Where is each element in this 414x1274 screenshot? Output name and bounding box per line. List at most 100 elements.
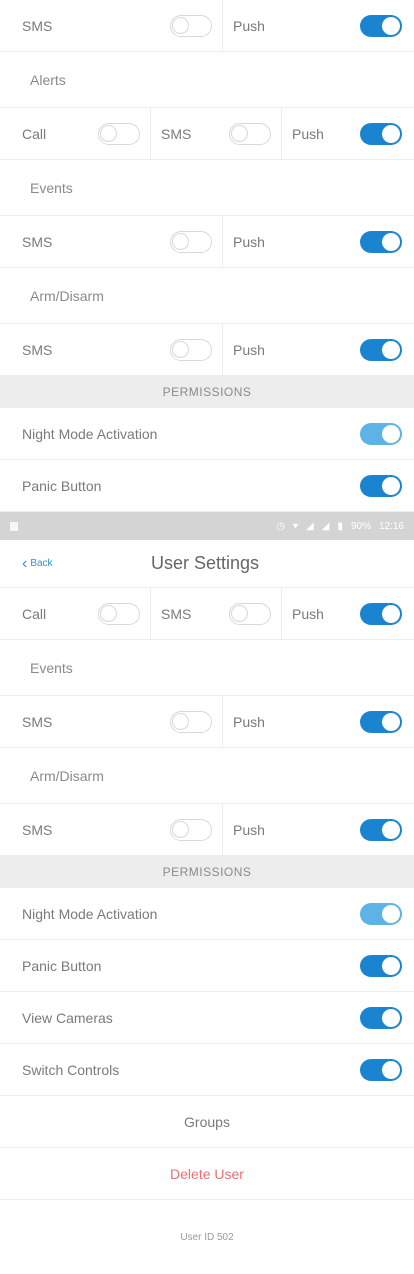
push-cell: Push	[292, 588, 402, 639]
view-cameras-label: View Cameras	[22, 1009, 113, 1026]
sms-label: SMS	[22, 821, 53, 838]
alerts-row-call-sms-push: Call SMS Push	[0, 108, 414, 160]
sms-label: SMS	[22, 17, 53, 34]
sms-toggle[interactable]	[170, 14, 212, 37]
view-cameras-toggle[interactable]	[360, 1006, 402, 1029]
panic-button-toggle[interactable]	[360, 954, 402, 977]
arm-row-sms-push: SMS Push	[0, 804, 414, 856]
divider	[222, 0, 223, 51]
push-toggle[interactable]	[360, 14, 402, 37]
call-toggle[interactable]	[98, 602, 140, 625]
panic-button-label: Panic Button	[22, 477, 102, 494]
clock: 12:16	[378, 520, 404, 532]
sms-label: SMS	[22, 233, 53, 250]
alerts-row-call-sms-push: Call SMS Push	[0, 588, 414, 640]
sms-cell: SMS	[22, 804, 212, 855]
sms-label: SMS	[22, 341, 53, 358]
night-mode-toggle[interactable]	[360, 422, 402, 445]
sms-label: SMS	[161, 125, 192, 142]
sms-toggle[interactable]	[170, 230, 212, 253]
sms-label: SMS	[22, 713, 53, 730]
section-label-arm-disarm: Arm/Disarm	[0, 268, 414, 324]
back-label: Back	[30, 558, 53, 569]
push-toggle[interactable]	[360, 602, 402, 625]
arm-row-sms-push: SMS Push	[0, 324, 414, 376]
signal-icon: ◢	[306, 520, 314, 532]
push-toggle[interactable]	[360, 710, 402, 733]
sms-cell: SMS	[22, 696, 212, 747]
divider	[222, 216, 223, 267]
call-toggle[interactable]	[98, 122, 140, 145]
divider	[222, 324, 223, 375]
sms-toggle[interactable]	[170, 710, 212, 733]
night-mode-label: Night Mode Activation	[22, 425, 158, 442]
divider	[150, 588, 151, 639]
sms-cell: SMS	[22, 216, 212, 267]
push-label: Push	[292, 605, 324, 622]
sms-cell: SMS	[161, 108, 271, 159]
push-toggle[interactable]	[360, 122, 402, 145]
back-button[interactable]: ‹ Back	[22, 555, 53, 573]
sms-toggle[interactable]	[229, 602, 271, 625]
night-mode-toggle[interactable]	[360, 902, 402, 925]
notification-icon	[10, 521, 18, 531]
push-label: Push	[233, 821, 265, 838]
sms-cell: SMS	[22, 0, 212, 51]
notification-row-sms-push: SMS Push	[0, 0, 414, 52]
night-mode-label: Night Mode Activation	[22, 905, 158, 922]
panic-button-toggle[interactable]	[360, 474, 402, 497]
status-icons: ◷ ▾ ◢ ◢ ▮ 90% 12:16	[276, 521, 404, 532]
battery-level: 90%	[350, 520, 371, 532]
push-label: Push	[233, 341, 265, 358]
call-cell: Call	[22, 108, 140, 159]
permission-row-view-cameras: View Cameras	[0, 992, 414, 1044]
sms-toggle[interactable]	[170, 818, 212, 841]
sms-toggle[interactable]	[170, 338, 212, 361]
push-cell: Push	[292, 108, 402, 159]
battery-icon: ▮	[337, 520, 343, 532]
permission-row-night-mode: Night Mode Activation	[0, 888, 414, 940]
delete-user-button[interactable]: Delete User	[0, 1148, 414, 1200]
push-toggle[interactable]	[360, 230, 402, 253]
divider	[222, 804, 223, 855]
panic-button-label: Panic Button	[22, 957, 102, 974]
permission-row-switch-controls: Switch Controls	[0, 1044, 414, 1096]
divider	[222, 696, 223, 747]
push-cell: Push	[233, 696, 402, 747]
divider	[150, 108, 151, 159]
section-label-events: Events	[0, 640, 414, 696]
permissions-header: PERMISSIONS	[0, 856, 414, 888]
push-cell: Push	[233, 804, 402, 855]
sms-toggle[interactable]	[229, 122, 271, 145]
section-label-events: Events	[0, 160, 414, 216]
sms-cell: SMS	[161, 588, 271, 639]
alarm-icon: ◷	[276, 520, 285, 532]
chevron-left-icon: ‹	[22, 554, 28, 572]
push-label: Push	[233, 713, 265, 730]
push-cell: Push	[233, 324, 402, 375]
push-cell: Push	[233, 0, 402, 51]
permission-row-night-mode: Night Mode Activation	[0, 408, 414, 460]
switch-controls-toggle[interactable]	[360, 1058, 402, 1081]
events-row-sms-push: SMS Push	[0, 696, 414, 748]
user-id-label: User ID 502	[180, 1231, 234, 1243]
events-row-sms-push: SMS Push	[0, 216, 414, 268]
permission-row-panic-button: Panic Button	[0, 460, 414, 512]
push-toggle[interactable]	[360, 818, 402, 841]
page-title: User Settings	[150, 553, 260, 573]
section-label-arm-disarm: Arm/Disarm	[0, 748, 414, 804]
groups-button[interactable]: Groups	[0, 1096, 414, 1148]
switch-controls-label: Switch Controls	[22, 1061, 120, 1078]
call-label: Call	[22, 605, 47, 622]
sms-label: SMS	[161, 605, 192, 622]
push-toggle[interactable]	[360, 338, 402, 361]
push-label: Push	[233, 17, 265, 34]
wifi-icon: ▾	[293, 520, 299, 532]
sms-cell: SMS	[22, 324, 212, 375]
push-label: Push	[292, 125, 324, 142]
call-label: Call	[22, 125, 47, 142]
divider	[281, 588, 282, 639]
nav-bar: ‹ Back User Settings	[0, 540, 414, 588]
push-label: Push	[233, 233, 265, 250]
section-label-alerts: Alerts	[0, 52, 414, 108]
